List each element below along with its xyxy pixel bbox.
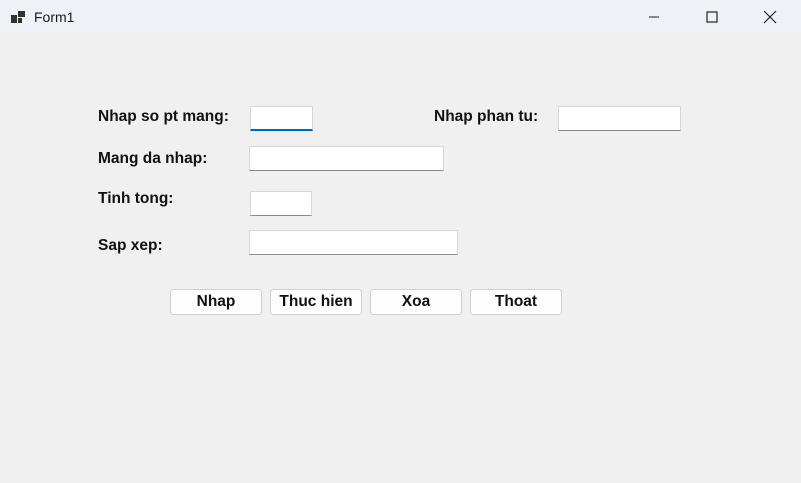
minimize-button[interactable] (625, 0, 683, 34)
maximize-icon (706, 11, 718, 23)
form-client-area (0, 34, 801, 483)
thuc-hien-button[interactable]: Thuc hien (270, 289, 362, 315)
nhap-button[interactable]: Nhap (170, 289, 262, 315)
minimize-icon (648, 11, 660, 23)
array-size-input[interactable] (250, 106, 313, 131)
array-size-label: Nhap so pt mang: (98, 108, 229, 125)
sum-output[interactable] (250, 191, 312, 216)
entered-array-output[interactable] (249, 146, 444, 171)
window-title: Form1 (34, 9, 75, 25)
xoa-button[interactable]: Xoa (370, 289, 462, 315)
thoat-button[interactable]: Thoat (470, 289, 562, 315)
element-label: Nhap phan tu: (434, 108, 539, 125)
element-input[interactable] (558, 106, 681, 131)
close-icon (763, 10, 777, 24)
close-button[interactable] (741, 0, 799, 34)
app-icon (10, 9, 26, 25)
entered-array-label: Mang da nhap: (98, 150, 208, 167)
sorted-label: Sap xep: (98, 237, 163, 254)
title-bar[interactable]: Form1 (0, 0, 801, 34)
maximize-button[interactable] (683, 0, 741, 34)
sorted-output[interactable] (249, 230, 458, 255)
sum-label: Tinh tong: (98, 190, 174, 207)
